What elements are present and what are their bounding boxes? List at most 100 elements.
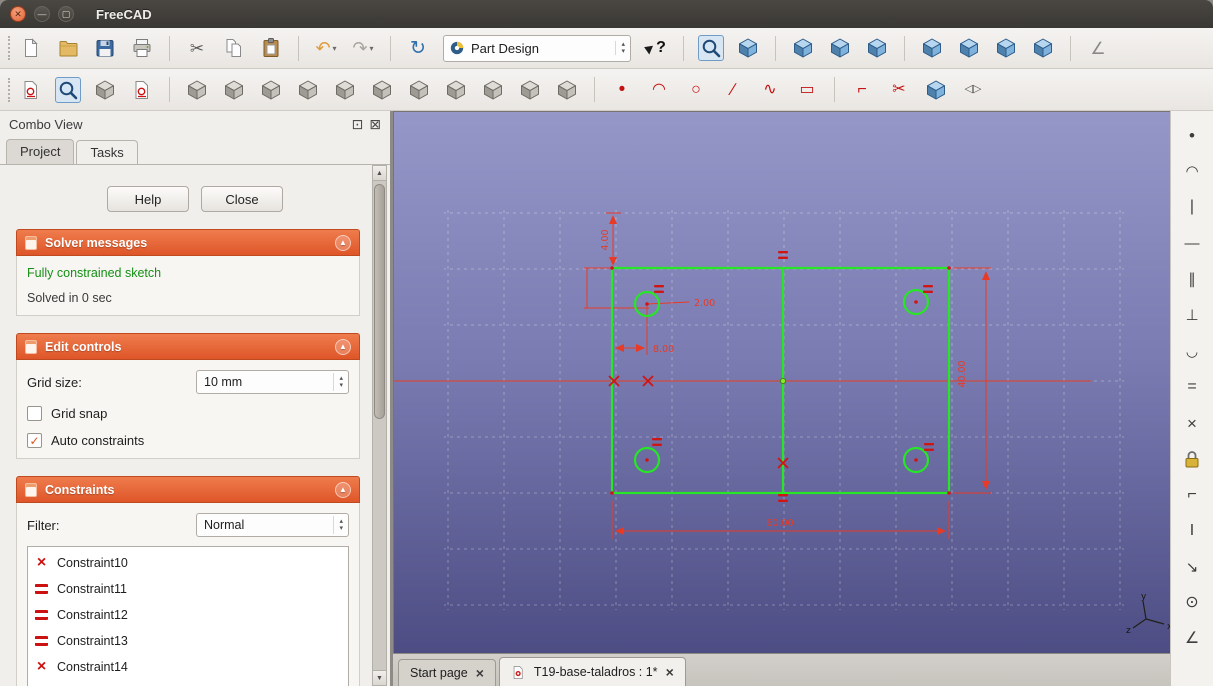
fillet-icon[interactable] <box>332 77 358 103</box>
h-offset-dimension-label[interactable]: 8.00 <box>653 344 674 355</box>
measure-distance-icon[interactable]: ∠ <box>1085 35 1111 61</box>
edit-sketch-icon[interactable] <box>55 76 81 103</box>
window-close-button[interactable]: ✕ <box>10 6 26 22</box>
right-view-icon[interactable] <box>919 35 945 61</box>
dropdown-arrow-icon[interactable]: ▾ <box>370 44 374 53</box>
v-offset-dimension-label[interactable]: 4.00 <box>600 229 611 250</box>
paste-icon[interactable] <box>258 35 284 61</box>
line-icon[interactable]: ∕ <box>720 77 746 103</box>
axonometric-view-icon[interactable] <box>790 35 816 61</box>
list-item[interactable]: Constraint13 <box>28 628 348 654</box>
polyline-icon[interactable]: ∿ <box>757 77 783 103</box>
left-view-icon[interactable] <box>1030 35 1056 61</box>
groove-icon[interactable] <box>295 77 321 103</box>
help-button[interactable]: Help <box>107 186 189 212</box>
tab-document-t19[interactable]: T19-base-taladros : 1* × <box>498 657 686 686</box>
dropdown-arrow-icon[interactable]: ▾ <box>333 44 337 53</box>
constraint-horizontal-distance-icon[interactable]: ⌐ <box>1180 483 1204 507</box>
sketch-canvas[interactable]: 60.00 40.00 2.00 8.00 4.00 y x z <box>394 112 1171 654</box>
list-item[interactable]: Constraint12 <box>28 602 348 628</box>
width-dimension-label[interactable]: 60.00 <box>766 518 793 529</box>
grid-snap-checkbox[interactable] <box>27 406 42 421</box>
scrollbar-down-icon[interactable]: ▼ <box>373 670 386 685</box>
workbench-selector[interactable]: Part Design ▴ ▾ <box>443 34 631 62</box>
pocket-icon[interactable] <box>221 77 247 103</box>
toolbar-drag-handle[interactable] <box>8 77 12 102</box>
scrollbar-thumb[interactable] <box>374 184 385 419</box>
polar-pattern-icon[interactable] <box>517 77 543 103</box>
revolution-icon[interactable] <box>258 77 284 103</box>
list-item[interactable]: × Constraint14 <box>28 654 348 680</box>
redo-icon[interactable]: ↷ ▾ <box>350 35 376 61</box>
edit-controls-header[interactable]: Edit controls ▲ <box>16 333 360 360</box>
float-panel-icon[interactable]: ⊡ <box>352 117 364 131</box>
draft-icon[interactable] <box>406 77 432 103</box>
close-panel-icon[interactable]: ⊠ <box>369 117 381 131</box>
linear-pattern-icon[interactable] <box>480 77 506 103</box>
grid-size-combobox[interactable]: 10 mm ▴ ▾ <box>196 370 349 394</box>
mirrored-icon[interactable] <box>443 77 469 103</box>
constraints-header[interactable]: Constraints ▲ <box>16 476 360 503</box>
copy-icon[interactable] <box>221 35 247 61</box>
point-icon[interactable]: • <box>609 77 635 103</box>
height-dimension-label[interactable]: 40.00 <box>957 360 968 387</box>
constraint-tangent-icon[interactable]: ◡ <box>1180 339 1204 363</box>
constraint-equal-icon[interactable]: = <box>1180 375 1204 399</box>
tab-start-page[interactable]: Start page × <box>398 659 496 686</box>
draw-style-icon[interactable] <box>735 35 761 61</box>
scaled-icon[interactable] <box>554 77 580 103</box>
constraint-perpendicular-icon[interactable]: ⊥ <box>1180 303 1204 327</box>
sketch-origin-point[interactable] <box>779 377 787 385</box>
list-item[interactable]: × Constraint10 <box>28 550 348 576</box>
constraint-symmetric-icon[interactable]: × <box>1180 411 1204 435</box>
constraint-point-on-object-icon[interactable]: ◠ <box>1180 159 1204 183</box>
list-item[interactable]: Constraint15 <box>28 680 348 686</box>
list-item[interactable]: Constraint11 <box>28 576 348 602</box>
print-icon[interactable] <box>129 35 155 61</box>
carbon-copy-icon[interactable] <box>923 77 949 103</box>
external-geometry-icon[interactable]: ⌐ <box>849 77 875 103</box>
pad-icon[interactable] <box>184 77 210 103</box>
solver-messages-header[interactable]: Solver messages ▲ <box>16 229 360 256</box>
window-minimize-button[interactable]: — <box>34 6 50 22</box>
top-view-icon[interactable] <box>864 35 890 61</box>
panel-scrollbar[interactable]: ▲ ▼ <box>372 165 387 686</box>
scrollbar-up-icon[interactable]: ▲ <box>373 166 386 181</box>
open-file-icon[interactable] <box>55 35 81 61</box>
circle-icon[interactable]: ○ <box>683 77 709 103</box>
radius-dimension-label[interactable]: 2.00 <box>694 298 715 309</box>
save-icon[interactable] <box>92 35 118 61</box>
collapse-section-icon[interactable]: ▲ <box>335 338 351 355</box>
chamfer-icon[interactable] <box>369 77 395 103</box>
whats-this-icon[interactable]: ? <box>643 35 669 61</box>
symmetry-icon[interactable]: ◁▷ <box>960 77 986 103</box>
trim-edge-icon[interactable]: ✂ <box>886 77 912 103</box>
constraint-horizontal-icon[interactable]: ― <box>1180 231 1204 255</box>
close-tab-icon[interactable]: × <box>666 665 674 679</box>
window-maximize-button[interactable]: ▢ <box>58 6 74 22</box>
arc-icon[interactable]: ◠ <box>646 77 672 103</box>
constraint-lock-icon[interactable] <box>1180 447 1204 471</box>
workbench-dropdown-arrows[interactable]: ▴ ▾ <box>615 41 625 55</box>
combo-arrows-icon[interactable]: ▴ ▾ <box>333 373 346 391</box>
3d-viewport[interactable]: 60.00 40.00 2.00 8.00 4.00 y x z <box>393 111 1171 654</box>
collapse-section-icon[interactable]: ▲ <box>335 234 351 251</box>
rear-view-icon[interactable] <box>956 35 982 61</box>
rectangle-icon[interactable]: ▭ <box>794 77 820 103</box>
bottom-view-icon[interactable] <box>993 35 1019 61</box>
constraint-coincident-icon[interactable]: • <box>1180 123 1204 147</box>
create-sketch-icon[interactable] <box>18 77 44 103</box>
auto-constraints-checkbox[interactable]: ✓ <box>27 433 42 448</box>
fit-all-icon[interactable] <box>698 35 724 61</box>
refresh-icon[interactable]: ↻ <box>405 35 431 61</box>
filter-combobox[interactable]: Normal ▴ ▾ <box>196 513 349 537</box>
constraint-radius-icon[interactable]: ⊙ <box>1180 591 1204 615</box>
tab-tasks[interactable]: Tasks <box>76 140 138 165</box>
toolbar-drag-handle[interactable] <box>8 36 12 60</box>
close-tab-icon[interactable]: × <box>476 666 484 680</box>
tab-project[interactable]: Project <box>6 139 75 164</box>
cut-icon[interactable]: ✂ <box>184 35 210 61</box>
undo-icon[interactable]: ↶ ▾ <box>313 35 339 61</box>
collapse-section-icon[interactable]: ▲ <box>335 481 351 498</box>
constraint-distance-icon[interactable]: ↘ <box>1180 555 1204 579</box>
